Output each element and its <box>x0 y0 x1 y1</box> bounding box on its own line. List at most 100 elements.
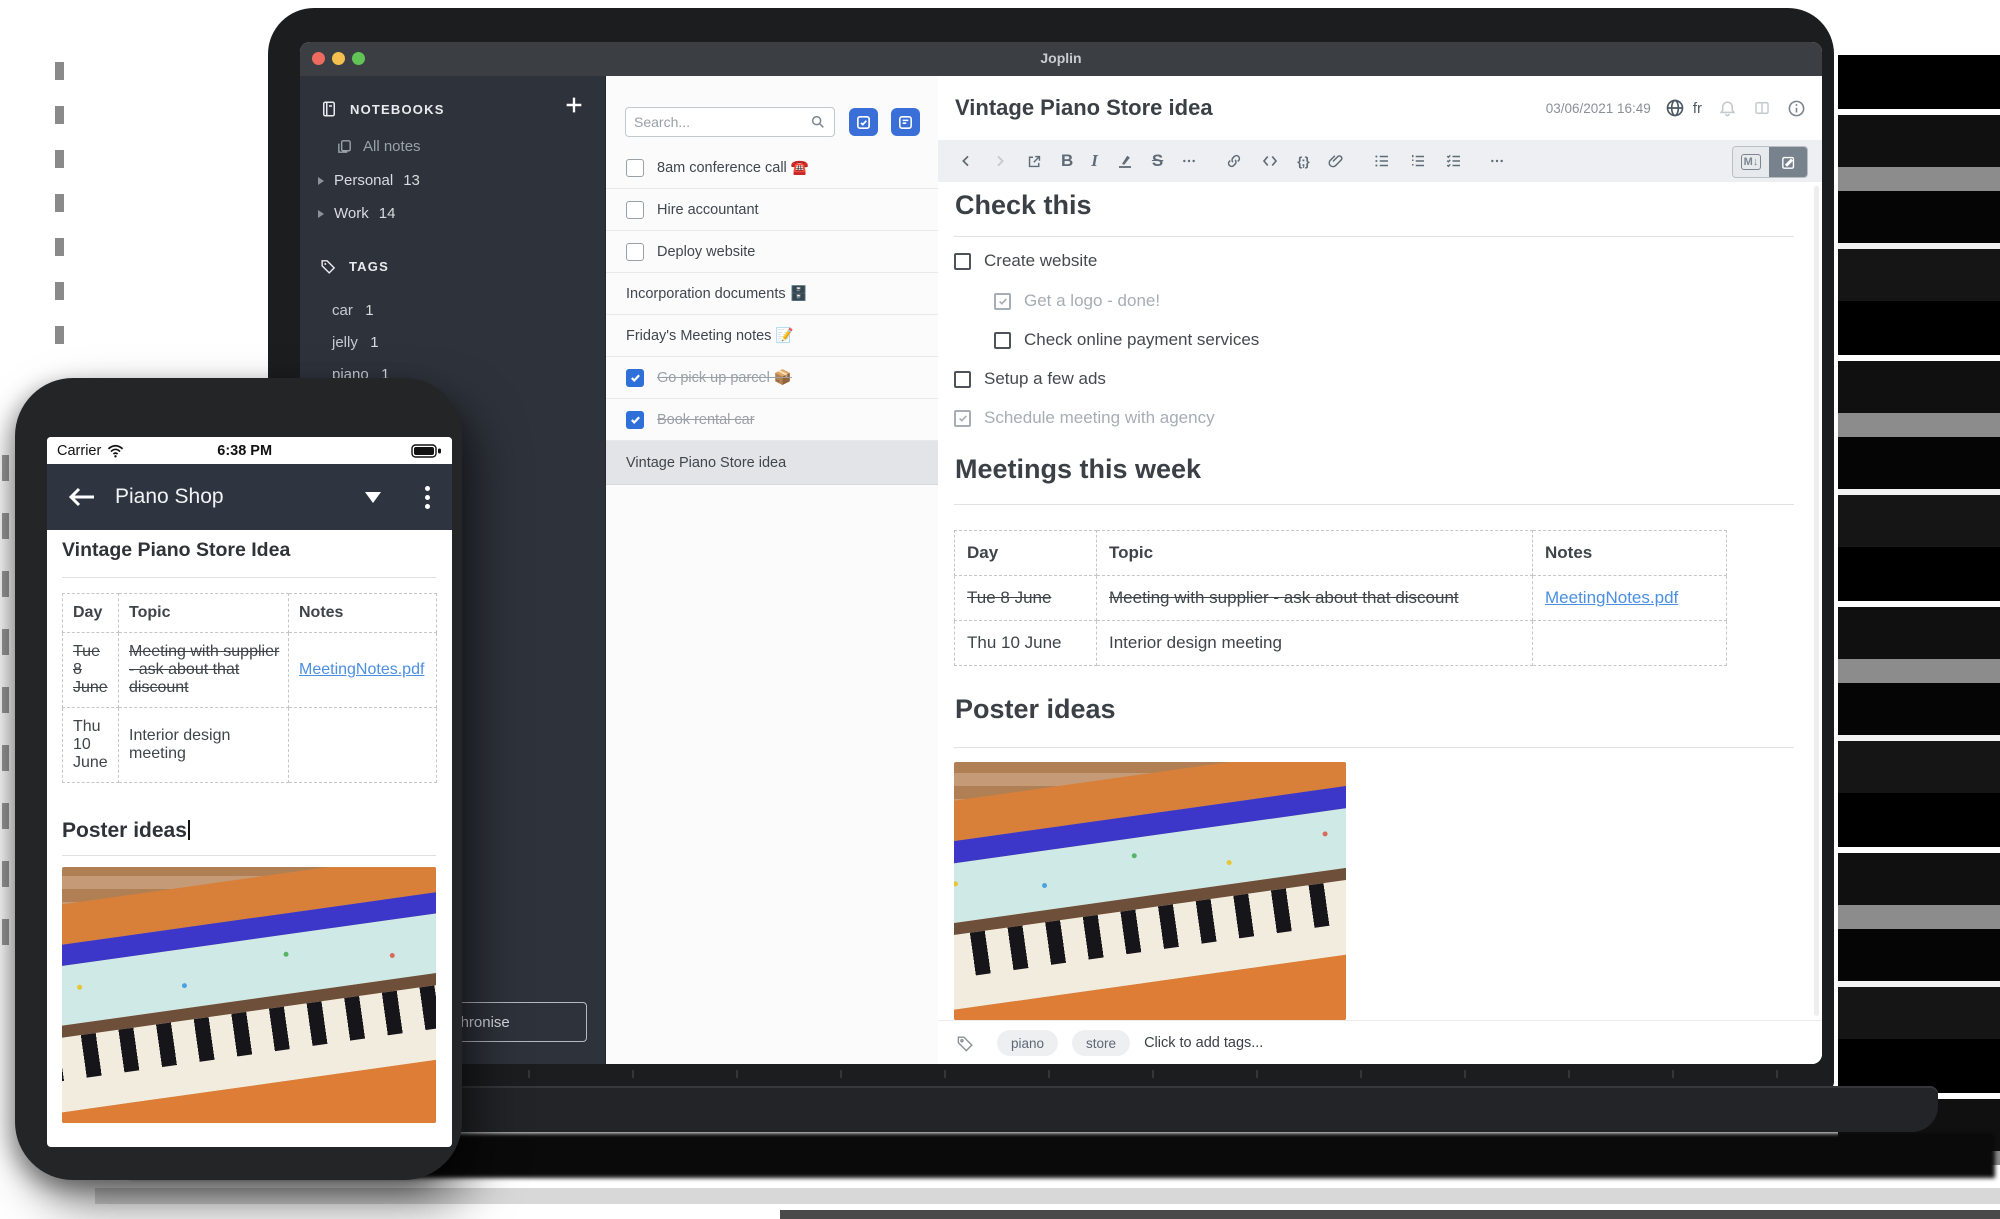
glitch-band-bottom-dark <box>780 1210 2000 1219</box>
sidebar-tag-jelly[interactable]: jelly 1 <box>332 334 379 352</box>
editor-scrollbar[interactable] <box>1814 186 1819 1016</box>
notebooks-header: NOTEBOOKS <box>350 102 445 117</box>
kebab-menu-icon[interactable] <box>425 482 430 513</box>
cell-day: Tue 8 June <box>955 576 1097 621</box>
alarm-bell-icon[interactable] <box>1718 99 1737 118</box>
todo-checkbox[interactable] <box>626 159 644 177</box>
cell-topic: Interior design meeting <box>1097 621 1533 666</box>
sidebar-tag-car[interactable]: car 1 <box>332 302 374 320</box>
notebook-dropdown-icon[interactable] <box>365 492 381 503</box>
markdown-editor-button[interactable]: M↓ <box>1733 147 1769 177</box>
back-button[interactable] <box>958 153 974 169</box>
checkbox-unchecked[interactable] <box>994 332 1011 349</box>
back-arrow-icon[interactable] <box>67 485 97 509</box>
strikethrough-button[interactable]: S <box>1152 151 1163 171</box>
note-list-item[interactable]: Incorporation documents 🗄️ <box>606 273 939 315</box>
todo-checkbox[interactable] <box>626 201 644 219</box>
note-list-item-selected[interactable]: Vintage Piano Store idea <box>606 441 939 485</box>
heading-rule <box>954 504 1794 505</box>
code-block-button[interactable]: {;} <box>1297 154 1308 169</box>
spellcheck-locale[interactable]: fr <box>1693 100 1702 117</box>
new-note-button[interactable] <box>891 108 920 136</box>
numbered-list-button[interactable] <box>1409 152 1427 170</box>
checklist-label: Check online payment services <box>1024 330 1259 350</box>
tag-pill-label: piano <box>1011 1036 1044 1051</box>
hyperlink-button[interactable] <box>1225 152 1243 170</box>
inline-code-button[interactable] <box>1261 152 1279 170</box>
note-properties-icon[interactable] <box>1787 99 1806 118</box>
new-todo-button[interactable] <box>849 108 878 136</box>
highlight-button[interactable] <box>1116 152 1134 170</box>
attach-file-button[interactable] <box>1327 152 1345 170</box>
meeting-notes-link[interactable]: MeetingNotes.pdf <box>1545 588 1678 607</box>
checkbox-list-button[interactable] <box>1445 152 1463 170</box>
todo-checkbox[interactable] <box>626 243 644 261</box>
external-edit-button[interactable] <box>1026 153 1043 170</box>
tags-header: TAGS <box>349 259 389 274</box>
notebook-count: 13 <box>403 172 420 189</box>
sidebar-item-work[interactable]: Work 14 <box>316 205 395 222</box>
search-input[interactable]: Search... <box>625 107 835 137</box>
note-list-item[interactable]: 8am conference call ☎️ <box>606 147 939 189</box>
phone-poster-heading[interactable]: Poster ideas <box>62 819 190 843</box>
window-title: Joplin <box>300 50 1822 66</box>
phone-note-title[interactable]: Vintage Piano Store Idea <box>62 539 290 562</box>
globe-icon[interactable] <box>1665 98 1685 118</box>
note-list-item[interactable]: Book rental car <box>606 399 939 441</box>
bold-button[interactable]: B <box>1061 151 1073 171</box>
tag-outline-icon <box>956 1034 975 1053</box>
checkbox-checked[interactable] <box>954 410 971 427</box>
cell-topic: Meeting with supplier - ask about that d… <box>1097 576 1533 621</box>
todo-checkbox-checked[interactable] <box>626 369 644 387</box>
note-title-input[interactable]: Vintage Piano Store idea <box>955 95 1546 121</box>
battery-icon <box>411 444 442 458</box>
note-title: Deploy website <box>657 244 755 260</box>
all-notes-label: All notes <box>363 138 421 155</box>
sidebar-item-personal[interactable]: Personal 13 <box>316 172 420 189</box>
note-title: Vintage Piano Store idea <box>626 455 786 471</box>
more-formatting-button[interactable] <box>1181 153 1197 169</box>
toggle-layout-icon[interactable] <box>1753 99 1771 117</box>
checkbox-checked[interactable] <box>994 293 1011 310</box>
table-row: Tue 8 June Meeting with supplier - ask a… <box>63 633 437 708</box>
note-updated-time: 03/06/2021 16:49 <box>1546 101 1651 116</box>
bulleted-list-button[interactable] <box>1373 152 1391 170</box>
checkbox-unchecked[interactable] <box>954 371 971 388</box>
note-title: Friday's Meeting notes 📝 <box>626 327 794 344</box>
checkbox-unchecked[interactable] <box>954 253 971 270</box>
checklist-label: Get a logo - done! <box>1024 291 1160 311</box>
cell-topic: Interior design meeting <box>119 708 289 783</box>
glitch-stripes-right <box>1838 55 2000 1165</box>
more-tools-button[interactable] <box>1489 153 1505 169</box>
note-list-item[interactable]: Friday's Meeting notes 📝 <box>606 315 939 357</box>
new-notebook-button[interactable] <box>563 94 585 116</box>
tag-label: jelly <box>332 334 358 351</box>
note-list-item[interactable]: Deploy website <box>606 231 939 273</box>
notebook-count: 14 <box>379 205 396 222</box>
cell-day: Thu 10 June <box>955 621 1097 666</box>
tag-pill-piano[interactable]: piano <box>997 1030 1058 1056</box>
tag-pill-store[interactable]: store <box>1072 1030 1130 1056</box>
window-titlebar: Joplin <box>300 42 1822 77</box>
richtext-editor-button[interactable] <box>1769 147 1807 177</box>
laptop-keyboard-hinge <box>320 1070 1800 1078</box>
note-list-item[interactable]: Hire accountant <box>606 189 939 231</box>
italic-button[interactable]: I <box>1091 151 1098 171</box>
search-placeholder: Search... <box>634 114 690 130</box>
checklist-label: Create website <box>984 251 1097 271</box>
sidebar-item-all-notes[interactable]: All notes <box>336 138 421 155</box>
divider <box>62 855 436 856</box>
meetings-table: Day Topic Notes Tue 8 June Meeting with … <box>954 530 1727 666</box>
note-list-item[interactable]: Go pick up parcel 📦 <box>606 357 939 399</box>
heading-rule <box>954 747 1794 748</box>
add-tags-hint[interactable]: Click to add tags... <box>1144 1035 1263 1051</box>
phone-notebook-title[interactable]: Piano Shop <box>115 485 365 509</box>
meeting-notes-link[interactable]: MeetingNotes.pdf <box>299 661 424 678</box>
cell-notes <box>1533 621 1727 666</box>
forward-button[interactable] <box>992 153 1008 169</box>
phone-meetings-table: Day Topic Notes Tue 8 June Meeting with … <box>62 593 437 783</box>
search-icon <box>810 114 826 130</box>
glitch-band-bottom <box>95 1188 2000 1204</box>
todo-checkbox-checked[interactable] <box>626 411 644 429</box>
notebook-label: Personal <box>334 172 393 189</box>
